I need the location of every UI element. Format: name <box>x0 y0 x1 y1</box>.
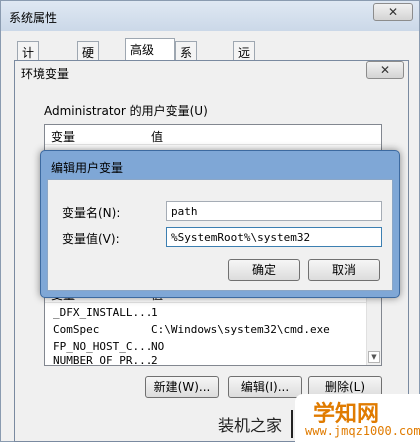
user-col-value: 值 <box>151 130 164 144</box>
row-name: ComSpec <box>53 323 100 336</box>
user-col-variable: 变量 <box>51 130 76 144</box>
table-row[interactable]: _DFX_INSTALL... 1 <box>45 305 381 322</box>
cancel-button[interactable]: 取消 <box>308 259 380 281</box>
watermark-logo-sub: www.jmqz1000.com <box>305 424 420 438</box>
system-properties-titlebar: 系统属性 ✕ <box>1 1 419 31</box>
edit-variable-button[interactable]: 编辑(I)... <box>228 376 302 398</box>
row-name: FP_NO_HOST_C... <box>53 340 153 353</box>
row-name: _DFX_INSTALL... <box>53 306 153 319</box>
tab-remote[interactable]: 远程 <box>233 41 256 77</box>
tab-hardware[interactable]: 硬件 <box>77 41 100 77</box>
table-row[interactable]: NUMBER_OF_PR... 2 <box>45 353 381 365</box>
system-properties-close-button[interactable]: ✕ <box>373 3 413 21</box>
watermark-logo: 学知网 www.jmqz1000.com <box>295 394 420 442</box>
system-properties-title: 系统属性 <box>9 11 58 25</box>
new-variable-button[interactable]: 新建(W)... <box>145 376 219 398</box>
tab-advanced[interactable]: 高级 <box>125 38 175 61</box>
watermark-site-text: 装机之家 <box>218 416 283 435</box>
dialog-body: 变量名(N): path 变量值(V): %SystemRoot%\system… <box>47 179 393 291</box>
edit-user-variable-dialog: 编辑用户变量 变量名(N): path 变量值(V): %SystemRoot%… <box>40 150 400 298</box>
tab-computer-name[interactable]: 计算机名 <box>17 41 40 111</box>
variable-value-label: 变量值(V): <box>62 232 120 246</box>
scroll-down-icon[interactable]: ▼ <box>368 351 380 363</box>
user-variables-group-label: Administrator 的用户变量(U) <box>44 102 208 119</box>
row-value: 2 <box>151 354 158 365</box>
variable-name-input[interactable]: path <box>166 201 382 221</box>
environment-variables-close-button[interactable]: ✕ <box>366 61 404 79</box>
variable-name-label: 变量名(N): <box>62 206 121 220</box>
row-value: 1 <box>151 306 158 319</box>
watermark-separator <box>291 410 293 438</box>
ok-button[interactable]: 确定 <box>228 259 300 281</box>
table-row[interactable]: ComSpec C:\Windows\system32\cmd.exe <box>45 322 381 339</box>
row-value: NO <box>151 340 165 353</box>
tab-system-protection[interactable]: 系统保护 <box>175 41 198 111</box>
dialog-title: 编辑用户变量 <box>51 161 124 175</box>
user-variables-header: 变量 值 <box>45 125 381 145</box>
variable-value-input[interactable]: %SystemRoot%\system32 <box>166 227 382 247</box>
environment-variables-title: 环境变量 <box>21 67 70 81</box>
row-name: NUMBER_OF_PR... <box>53 354 153 365</box>
row-value: C:\Windows\system32\cmd.exe <box>151 323 330 336</box>
